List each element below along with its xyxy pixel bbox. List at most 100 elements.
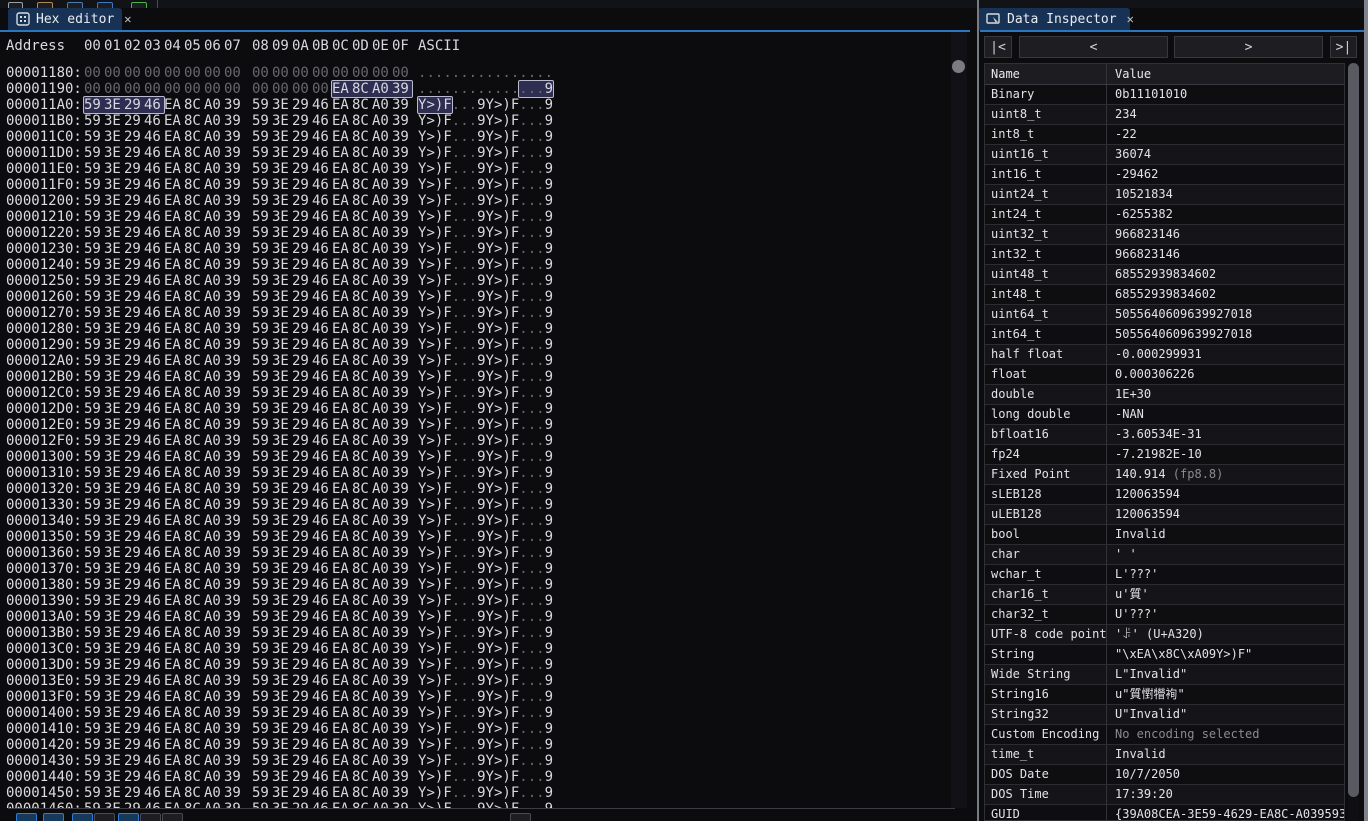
hex-byte[interactable]: 8C — [352, 801, 372, 808]
hex-byte[interactable]: 3E — [104, 257, 124, 273]
hex-byte[interactable]: 00 — [144, 65, 164, 81]
hex-byte[interactable]: A0 — [204, 497, 224, 513]
hex-byte[interactable]: 29 — [292, 385, 312, 401]
ascii-char[interactable]: ) — [502, 513, 510, 529]
hex-byte[interactable]: 29 — [124, 513, 144, 529]
ascii-char[interactable]: 9 — [477, 705, 485, 721]
ascii-char[interactable]: 9 — [477, 737, 485, 753]
ascii-char[interactable]: . — [519, 433, 527, 449]
ascii-char[interactable]: 9 — [545, 129, 553, 145]
ascii-char[interactable]: . — [452, 417, 460, 433]
inspector-row-value[interactable]: 120063594 — [1107, 485, 1344, 504]
hex-byte[interactable]: 46 — [312, 673, 332, 689]
ascii-char[interactable]: . — [528, 145, 536, 161]
inspector-row-value[interactable]: -22 — [1107, 125, 1344, 144]
ascii-char[interactable]: Y — [486, 401, 494, 417]
hex-byte[interactable]: 8C — [184, 401, 204, 417]
ascii-char[interactable]: > — [426, 337, 434, 353]
ascii-char[interactable]: . — [460, 785, 468, 801]
ascii-char[interactable]: . — [452, 561, 460, 577]
hex-byte[interactable]: 46 — [312, 689, 332, 705]
hex-byte[interactable]: 3E — [272, 241, 292, 257]
hex-byte[interactable]: 46 — [144, 113, 164, 129]
ascii-char[interactable]: > — [426, 657, 434, 673]
ascii-char[interactable]: > — [426, 641, 434, 657]
hex-byte[interactable]: 39 — [392, 129, 412, 145]
hex-byte[interactable]: 29 — [292, 609, 312, 625]
hex-byte[interactable]: 59 — [84, 801, 104, 808]
hex-byte[interactable]: 8C — [184, 593, 204, 609]
hex-byte[interactable]: EA — [332, 81, 352, 97]
hex-byte[interactable]: EA — [164, 481, 184, 497]
hex-byte[interactable]: A0 — [372, 257, 392, 273]
ascii-char[interactable]: . — [536, 561, 544, 577]
ascii-char[interactable]: F — [511, 673, 519, 689]
inspector-row-value[interactable]: "\xEA\x8C\xA09Y>)F" — [1107, 645, 1344, 664]
hex-byte[interactable]: 39 — [392, 497, 412, 513]
hex-byte[interactable]: 29 — [124, 209, 144, 225]
hex-byte[interactable]: 46 — [312, 593, 332, 609]
ascii-char[interactable]: . — [452, 97, 460, 113]
hex-byte[interactable]: EA — [332, 97, 352, 113]
hex-byte[interactable]: 29 — [292, 337, 312, 353]
ascii-char[interactable]: Y — [486, 465, 494, 481]
ascii-char[interactable]: . — [460, 305, 468, 321]
ascii-char[interactable]: 9 — [477, 193, 485, 209]
hex-byte[interactable]: 3E — [272, 721, 292, 737]
ascii-char[interactable]: . — [528, 417, 536, 433]
ascii-char[interactable]: F — [443, 753, 451, 769]
ascii-char[interactable]: . — [460, 737, 468, 753]
ascii-char[interactable]: F — [443, 177, 451, 193]
ascii-char[interactable]: . — [469, 465, 477, 481]
hex-byte[interactable]: EA — [164, 737, 184, 753]
selection-highlight[interactable]: EA8CA039 — [332, 81, 412, 97]
ascii-char[interactable]: F — [511, 337, 519, 353]
ascii-char[interactable]: > — [426, 449, 434, 465]
hex-byte[interactable]: 8C — [352, 625, 372, 641]
ascii-char[interactable]: 9 — [545, 289, 553, 305]
ascii-char[interactable]: > — [426, 145, 434, 161]
hex-byte[interactable]: 29 — [124, 609, 144, 625]
hex-byte[interactable]: EA — [332, 209, 352, 225]
hex-byte[interactable]: 46 — [144, 257, 164, 273]
ascii-char[interactable]: . — [452, 721, 460, 737]
ascii-char[interactable]: . — [469, 529, 477, 545]
hex-byte[interactable]: 46 — [312, 625, 332, 641]
hex-byte[interactable]: 29 — [292, 177, 312, 193]
hex-byte[interactable]: EA — [164, 417, 184, 433]
ascii-char[interactable]: > — [426, 593, 434, 609]
ascii-char[interactable]: 9 — [545, 721, 553, 737]
ascii-char[interactable]: 9 — [477, 369, 485, 385]
hex-byte[interactable]: 59 — [84, 609, 104, 625]
hex-byte[interactable]: EA — [164, 161, 184, 177]
hex-byte[interactable]: 8C — [352, 193, 372, 209]
inspector-row-value[interactable]: 10521834 — [1107, 185, 1344, 204]
ascii-char[interactable]: . — [469, 577, 477, 593]
selection-highlight[interactable]: 593E2946 — [84, 97, 164, 113]
hex-byte[interactable]: A0 — [204, 753, 224, 769]
hex-byte[interactable]: 39 — [392, 465, 412, 481]
ascii-char[interactable]: F — [511, 193, 519, 209]
ascii-char[interactable]: F — [511, 321, 519, 337]
hex-byte[interactable]: 29 — [292, 705, 312, 721]
ascii-char[interactable]: F — [511, 289, 519, 305]
ascii-char[interactable]: . — [536, 529, 544, 545]
hex-byte[interactable]: 00 — [84, 65, 104, 81]
ascii-char[interactable]: 9 — [545, 161, 553, 177]
hex-byte[interactable]: EA — [332, 417, 352, 433]
ascii-char[interactable]: 9 — [545, 801, 553, 808]
ascii-char[interactable]: . — [460, 193, 468, 209]
ascii-char[interactable]: . — [469, 801, 477, 808]
ascii-char[interactable]: 9 — [545, 449, 553, 465]
hex-byte[interactable]: 29 — [124, 433, 144, 449]
hex-byte[interactable]: 29 — [124, 289, 144, 305]
hex-byte[interactable]: 3E — [104, 673, 124, 689]
hex-byte[interactable]: 3E — [272, 801, 292, 808]
ascii-char[interactable]: . — [452, 273, 460, 289]
ascii-char[interactable]: > — [426, 465, 434, 481]
hex-byte[interactable]: 3E — [104, 721, 124, 737]
hex-byte[interactable]: 8C — [184, 209, 204, 225]
hex-byte[interactable]: EA — [332, 689, 352, 705]
hex-byte[interactable]: 39 — [392, 753, 412, 769]
ascii-char[interactable]: 9 — [477, 545, 485, 561]
